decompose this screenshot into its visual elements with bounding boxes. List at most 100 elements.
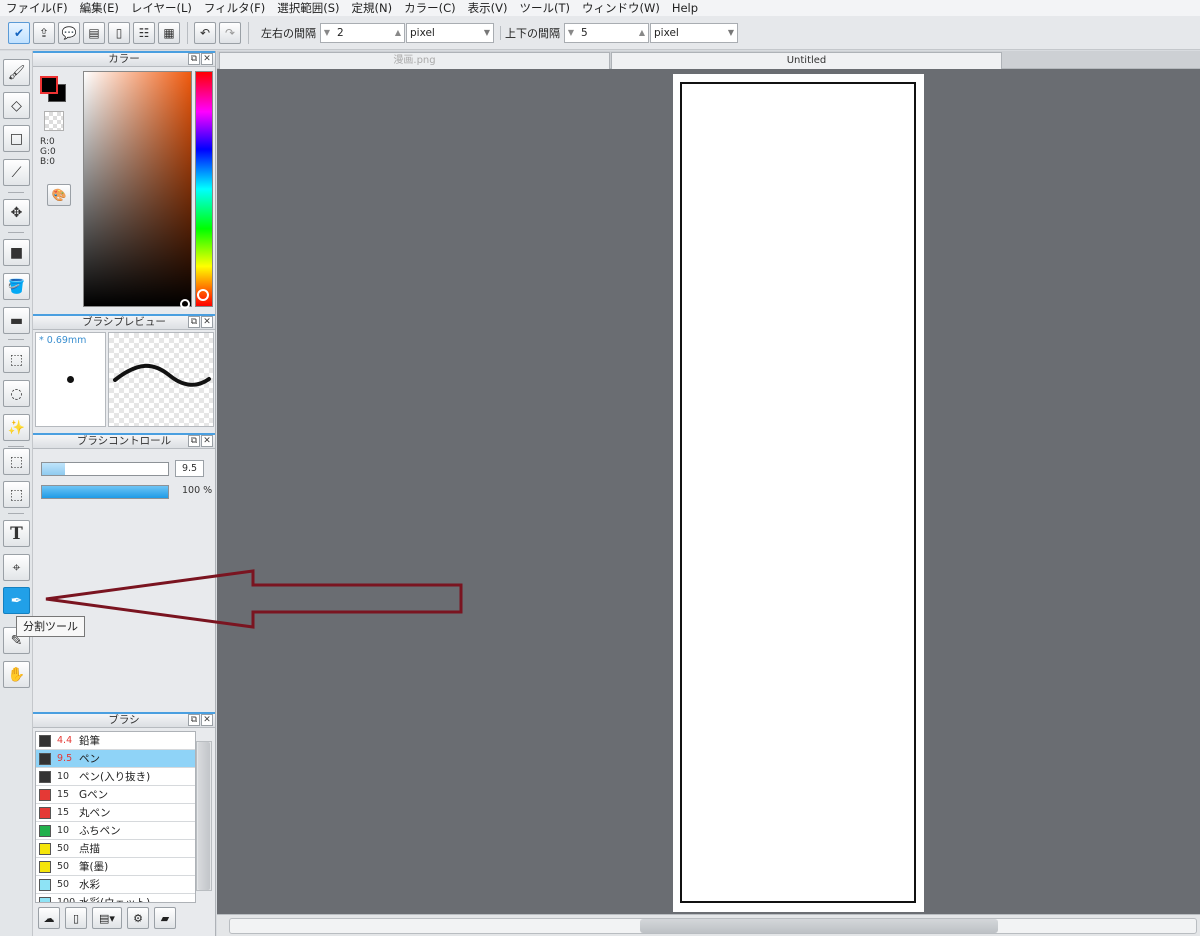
upload-brush-icon[interactable]: ☁ [38, 907, 60, 929]
brush-list-item[interactable]: 15 丸ペン [36, 804, 195, 822]
canvas-area[interactable] [217, 69, 1200, 914]
snap-toggle-icon[interactable]: ✔ [8, 21, 30, 44]
close-icon[interactable]: ✕ [201, 435, 213, 447]
select-pen-tool-icon[interactable]: ⬚ [3, 448, 30, 475]
undo-icon[interactable]: ↶ [194, 21, 216, 44]
brush-size: 100 [57, 897, 76, 903]
brush-list-item[interactable]: 9.5 ペン [36, 750, 195, 768]
h-spacing-input[interactable]: ▼ 2 ▲ [320, 22, 405, 43]
close-icon[interactable]: ✕ [201, 714, 213, 726]
magic-wand-tool-icon[interactable]: ✨ [3, 414, 30, 441]
undock-icon[interactable]: ⧉ [188, 435, 200, 447]
color-panel-title: カラー ⧉ ✕ [33, 51, 215, 67]
hue-slider[interactable] [195, 71, 213, 307]
tab-untitled[interactable]: Untitled [611, 52, 1002, 69]
brush-menu-icon[interactable]: ▤▾ [92, 907, 122, 929]
brush-tip-dot [67, 376, 74, 383]
export-icon[interactable]: ⇪ [33, 21, 55, 44]
menu-item[interactable]: 表示(V) [462, 0, 514, 16]
tab-manga-png[interactable]: 漫画.png [219, 52, 610, 69]
text-tool-icon[interactable]: T [3, 520, 30, 547]
menu-item[interactable]: ファイル(F) [0, 0, 74, 16]
transparent-color-swatch[interactable] [44, 111, 64, 131]
menu-item[interactable]: 選択範囲(S) [271, 0, 345, 16]
canvas-horizontal-scrollbar[interactable] [217, 914, 1200, 936]
lasso-tool-icon[interactable]: ◌ [3, 380, 30, 407]
menu-item[interactable]: ウィンドウ(W) [576, 0, 666, 16]
eraser-tool-icon[interactable]: ◇ [3, 92, 30, 119]
foreground-color-swatch[interactable] [40, 76, 58, 94]
comic-panel-frame[interactable] [680, 82, 916, 903]
brush-list-item[interactable]: 100 水彩(ウェット) [36, 894, 195, 903]
menu-item[interactable]: レイヤー(L) [125, 0, 198, 16]
menu-item[interactable]: 編集(E) [74, 0, 125, 16]
brush-color-swatch [39, 788, 51, 801]
saturation-value-picker[interactable] [83, 71, 192, 307]
brush-list: 4.4 鉛筆 9.5 ペン 10 ペン(入り抜き) 15 Gペン 15 丸ペン 10 ふちペン 50 点描… [35, 731, 196, 903]
fill-rect-tool-icon[interactable]: ■ [3, 239, 30, 266]
move-tool-icon[interactable]: ✥ [3, 199, 30, 226]
spin-down-icon[interactable]: ▼ [565, 28, 577, 37]
brush-color-swatch [39, 896, 51, 902]
divide-tool-icon[interactable]: ✒ [3, 587, 30, 614]
redo-icon[interactable]: ↷ [219, 21, 241, 44]
page-icon[interactable]: ▯ [108, 21, 130, 44]
canvas-page[interactable] [673, 74, 924, 912]
comment-icon[interactable]: ▤ [83, 21, 105, 44]
brush-size-input[interactable]: 9.5 [175, 460, 204, 477]
scrollbar-thumb[interactable] [198, 742, 210, 890]
h-unit-select[interactable]: pixel ▼ [406, 22, 494, 43]
menu-item[interactable]: Help [666, 0, 704, 16]
brush-list-item[interactable]: 50 点描 [36, 840, 195, 858]
menu-item[interactable]: 定規(N) [346, 0, 399, 16]
hue-slider-handle[interactable] [197, 289, 209, 301]
brush-list-item[interactable]: 10 ふちペン [36, 822, 195, 840]
palette-icon[interactable]: 🎨 [47, 184, 71, 206]
brush-list-title: ブラシ ⧉ ✕ [33, 712, 215, 728]
bucket-tool-icon[interactable]: 🪣 [3, 273, 30, 300]
v-spacing-input[interactable]: ▼ 5 ▲ [564, 22, 649, 43]
menu-item[interactable]: フィルタ(F) [198, 0, 271, 16]
hand-tool-icon[interactable]: ✋ [3, 661, 30, 688]
brush-list-item[interactable]: 4.4 鉛筆 [36, 732, 195, 750]
operation-tool-icon[interactable]: ⌖ [3, 554, 30, 581]
spin-up-icon[interactable]: ▲ [636, 28, 648, 37]
brush-name: ペン(入り抜き) [79, 771, 151, 783]
brush-tool-icon[interactable]: 🖌 [3, 59, 30, 86]
undock-icon[interactable]: ⧉ [188, 316, 200, 328]
annotation-arrow-shape [45, 569, 463, 629]
rect-select-tool-icon[interactable]: ⬚ [3, 346, 30, 373]
spin-down-icon[interactable]: ▼ [321, 28, 333, 37]
gradient-tool-icon[interactable]: ▬ [3, 307, 30, 334]
brush-list-item[interactable]: 50 水彩 [36, 876, 195, 894]
scrollbar-thumb[interactable] [640, 919, 998, 933]
brush-list-item[interactable]: 10 ペン(入り抜き) [36, 768, 195, 786]
brush-list-item[interactable]: 50 筆(墨) [36, 858, 195, 876]
speech-bubble-icon[interactable]: 💬 [58, 21, 80, 44]
scrollbar-track[interactable] [229, 918, 1197, 934]
brush-size-slider[interactable] [41, 462, 169, 476]
close-icon[interactable]: ✕ [201, 316, 213, 328]
brush-list-item[interactable]: 15 Gペン [36, 786, 195, 804]
new-brush-icon[interactable]: ▯ [65, 907, 87, 929]
undock-icon[interactable]: ⧉ [188, 53, 200, 65]
line-tool-icon[interactable]: ⟋ [3, 159, 30, 186]
grid-icon[interactable]: ▦ [158, 21, 180, 44]
folder-icon[interactable]: ▰ [154, 907, 176, 929]
spin-up-icon[interactable]: ▲ [392, 28, 404, 37]
select-eraser-tool-icon[interactable]: ⬚ [3, 481, 30, 508]
brush-opacity-slider[interactable] [41, 485, 169, 499]
brush-settings-icon[interactable]: ⚙ [127, 907, 149, 929]
brush-size: 10 [57, 771, 70, 782]
close-icon[interactable]: ✕ [201, 53, 213, 65]
brush-opacity-value: 100 % [182, 485, 213, 496]
menu-item[interactable]: ツール(T) [513, 0, 576, 16]
sv-picker-handle[interactable] [180, 299, 190, 309]
brush-tip-preview: * 0.69mm [35, 332, 106, 427]
v-unit-select[interactable]: pixel ▼ [650, 22, 738, 43]
menu-item[interactable]: カラー(C) [398, 0, 462, 16]
brush-list-scrollbar[interactable] [196, 741, 212, 891]
undock-icon[interactable]: ⧉ [188, 714, 200, 726]
shape-tool-icon[interactable]: □ [3, 125, 30, 152]
list-icon[interactable]: ☷ [133, 21, 155, 44]
